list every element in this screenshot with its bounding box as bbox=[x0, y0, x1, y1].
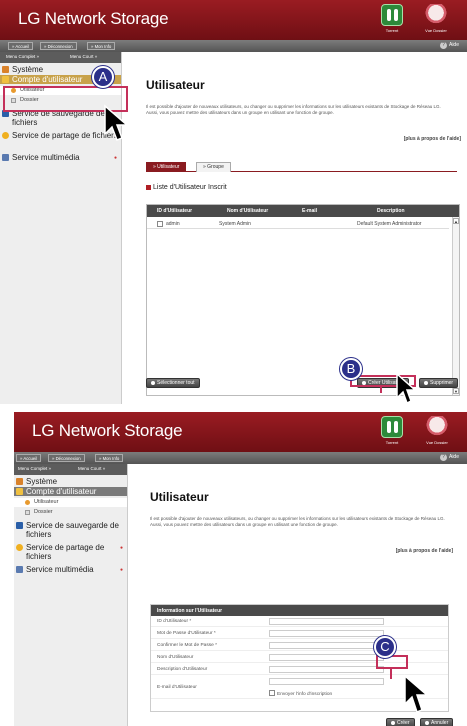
nav-logout[interactable]: » Déconnexion bbox=[40, 42, 77, 50]
nav-home[interactable]: » Accueil bbox=[8, 42, 34, 50]
help-more-link[interactable]: [plus à propos de l'aide] bbox=[396, 548, 453, 554]
expand-dot-icon: ● bbox=[113, 155, 117, 161]
user-table: ID d'Utilisateur Nom d'Utilisateur E-mai… bbox=[146, 204, 460, 396]
nav-bar: » Accueil » Déconnexion » Mon Info ? Aide bbox=[0, 40, 467, 52]
torrent-icon bbox=[381, 416, 403, 438]
select-all-button[interactable]: Sélectionner tout bbox=[146, 378, 200, 388]
select-icon bbox=[151, 380, 155, 385]
confirm-password-input[interactable] bbox=[269, 642, 384, 649]
backup-icon bbox=[16, 522, 23, 529]
menu-short[interactable]: Menu Court » bbox=[70, 54, 97, 59]
folder-view-button[interactable]: Vue Dossier bbox=[418, 4, 454, 33]
email-input[interactable] bbox=[269, 678, 384, 685]
main-content: Utilisateur Il est possible d'ajouter de… bbox=[146, 60, 467, 404]
app-header: LG Network Storage Torrent Vue Dossier bbox=[14, 412, 467, 452]
folder-view-button[interactable]: Vue Dossier bbox=[419, 416, 455, 445]
folder-view-icon bbox=[426, 416, 448, 438]
nav-my-info[interactable]: » Mon Info bbox=[95, 454, 124, 462]
scroll-up-icon[interactable]: ▲ bbox=[453, 218, 459, 224]
nav-bar: » Accueil » Déconnexion » Mon Info ? Aide bbox=[14, 452, 467, 464]
expand-dot-icon: ● bbox=[119, 567, 123, 573]
table-header: ID d'Utilisateur Nom d'Utilisateur E-mai… bbox=[147, 205, 459, 217]
multimedia-icon bbox=[2, 154, 9, 161]
sidebar-item-compte[interactable]: Compte d'utilisateur bbox=[14, 487, 127, 496]
cancel-icon bbox=[425, 720, 429, 725]
form-header: Information sur l'Utilisateur bbox=[151, 605, 448, 616]
torrent-icon bbox=[381, 4, 403, 26]
table-row[interactable]: admin System Admin Default System Admini… bbox=[147, 219, 449, 229]
tab-utilisateur[interactable]: » Utilisateur bbox=[146, 162, 187, 172]
sidebar-item-backup[interactable]: Service de sauvegarde de fichiers bbox=[14, 521, 127, 539]
tab-groupe[interactable]: » Groupe bbox=[196, 162, 231, 172]
account-icon bbox=[2, 76, 9, 83]
star-icon bbox=[16, 544, 23, 551]
connector-line bbox=[380, 387, 382, 393]
send-info-checkbox[interactable] bbox=[269, 690, 275, 696]
sidebar-item-systeme[interactable]: Système bbox=[14, 477, 127, 486]
form-row: Mot de Passe d'Utilisateur * bbox=[151, 629, 448, 639]
user-icon bbox=[25, 500, 30, 505]
sidebar-sub-utilisateur[interactable]: Utilisateur bbox=[14, 498, 127, 507]
user-description-input[interactable] bbox=[269, 666, 384, 673]
account-icon bbox=[16, 488, 23, 495]
page-title: Utilisateur bbox=[150, 490, 209, 504]
torrent-button[interactable]: Torrent bbox=[374, 416, 410, 445]
table-scrollbar[interactable]: ▲ ▼ bbox=[452, 217, 459, 395]
sidebar-toggle: Menu Complet » Menu Court » bbox=[14, 464, 127, 475]
form-row: Confirmer le Mot de Passe * bbox=[151, 641, 448, 651]
nav-home[interactable]: » Accueil bbox=[16, 454, 42, 462]
row-checkbox[interactable] bbox=[157, 221, 163, 227]
folder-view-icon bbox=[425, 4, 447, 26]
annotation-badge-a: A bbox=[92, 66, 114, 88]
sidebar-toggle: Menu Complet » Menu Court » bbox=[0, 52, 121, 63]
sidebar-sub-dossier[interactable]: Dossier bbox=[14, 508, 127, 517]
sidebar: Menu Complet » Menu Court » Système Comp… bbox=[14, 464, 128, 726]
user-name-input[interactable] bbox=[269, 654, 384, 661]
sidebar-item-multimedia[interactable]: Service multimédia ● bbox=[0, 153, 121, 162]
user-id-input[interactable] bbox=[269, 618, 384, 625]
system-icon bbox=[16, 478, 23, 485]
torrent-button[interactable]: Torrent bbox=[374, 4, 410, 33]
password-input[interactable] bbox=[269, 630, 384, 637]
help-more-link[interactable]: [plus à propos de l'aide] bbox=[404, 136, 461, 142]
help-link[interactable]: ? Aide bbox=[439, 454, 459, 461]
annotation-badge-c: C bbox=[374, 636, 396, 658]
tab-bar: » Utilisateur » Groupe bbox=[146, 160, 457, 172]
sidebar-item-share[interactable]: Service de partage de fichiers ● bbox=[14, 543, 127, 561]
create-icon bbox=[391, 720, 395, 725]
annotation-badge-b: B bbox=[340, 358, 362, 380]
page-description: Il est possible d'ajouter de nouveaux ut… bbox=[146, 104, 441, 115]
app-title: LG Network Storage bbox=[18, 9, 169, 28]
screenshot-create-user: LG Network Storage Torrent Vue Dossier »… bbox=[14, 412, 467, 726]
scroll-down-icon[interactable]: ▼ bbox=[453, 388, 459, 394]
connector-line bbox=[390, 669, 392, 679]
menu-short[interactable]: Menu Court » bbox=[78, 466, 105, 471]
page-description: Il est possible d'ajouter de nouveaux ut… bbox=[150, 516, 445, 527]
help-link[interactable]: ? Aide bbox=[439, 42, 459, 49]
nav-logout[interactable]: » Déconnexion bbox=[48, 454, 85, 462]
nav-my-info[interactable]: » Mon Info bbox=[87, 42, 116, 50]
help-icon: ? bbox=[439, 42, 447, 49]
page-title: Utilisateur bbox=[146, 78, 205, 92]
star-icon bbox=[2, 132, 9, 139]
cancel-button[interactable]: Annuler bbox=[420, 718, 454, 726]
app-title: LG Network Storage bbox=[32, 421, 183, 440]
multimedia-icon bbox=[16, 566, 23, 573]
section-title: Liste d'Utilisateur Inscrit bbox=[146, 184, 227, 191]
app-header: LG Network Storage Torrent Vue Dossier bbox=[0, 0, 467, 40]
system-icon bbox=[2, 66, 9, 73]
send-info-option[interactable]: Envoyer l'info d'inscription bbox=[269, 689, 332, 697]
screenshot-user-list: LG Network Storage Torrent Vue Dossier »… bbox=[0, 0, 467, 404]
menu-full[interactable]: Menu Complet » bbox=[18, 466, 51, 471]
expand-dot-icon: ● bbox=[119, 545, 123, 551]
form-row: ID d'Utilisateur * bbox=[151, 617, 448, 627]
help-icon: ? bbox=[439, 454, 447, 461]
folder-icon bbox=[25, 510, 30, 515]
create-button[interactable]: Créer bbox=[386, 718, 415, 726]
menu-full[interactable]: Menu Complet » bbox=[6, 54, 39, 59]
sidebar-item-multimedia[interactable]: Service multimédia ● bbox=[14, 565, 127, 574]
